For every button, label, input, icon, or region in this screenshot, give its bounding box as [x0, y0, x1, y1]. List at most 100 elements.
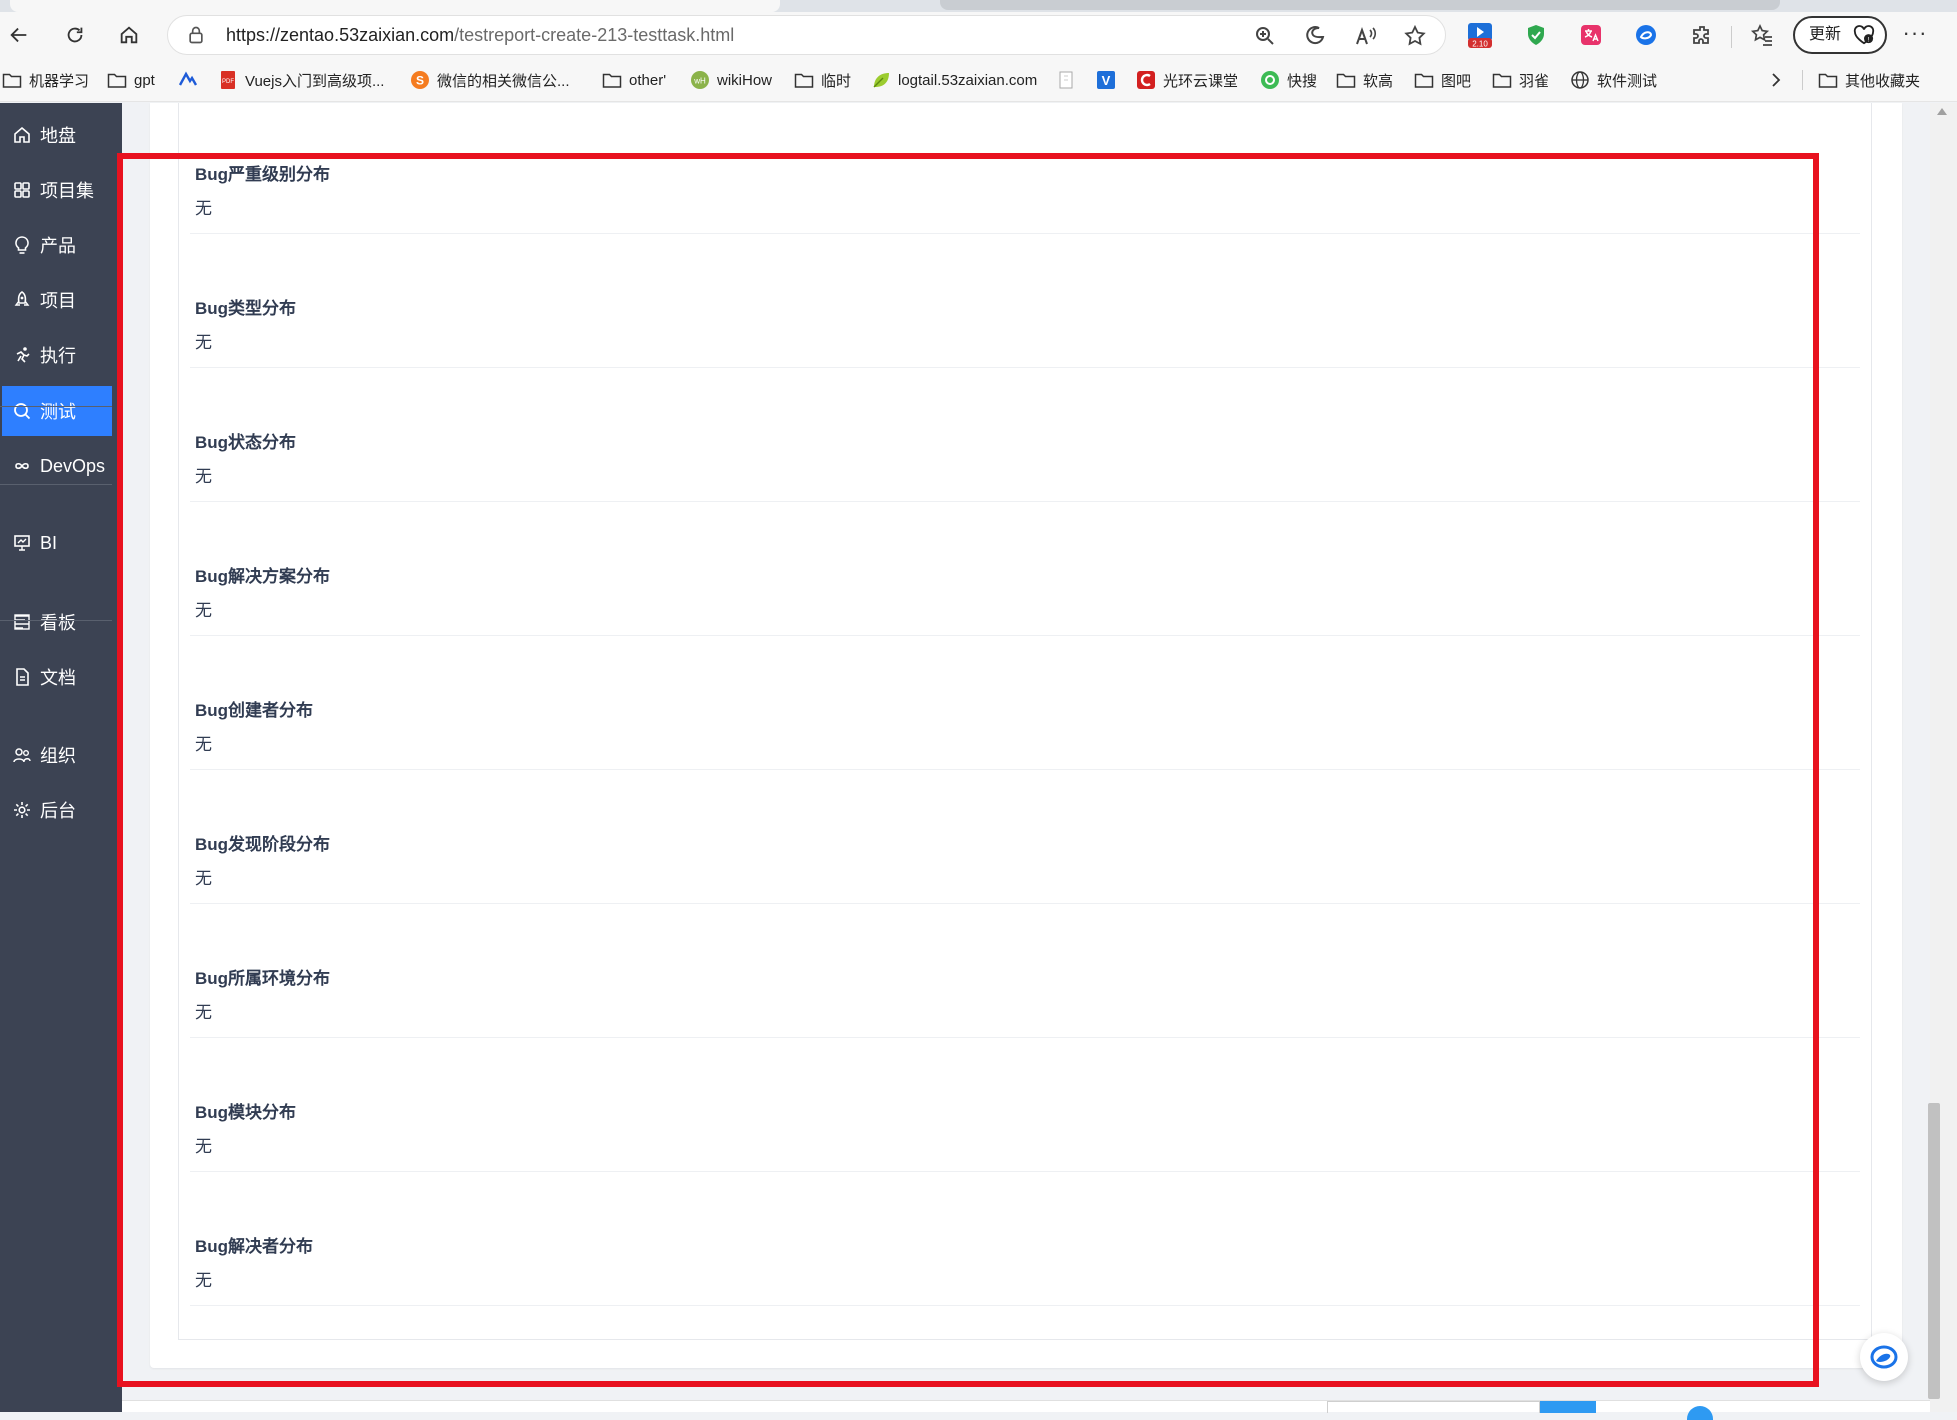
bookmark-item[interactable]: V: [1096, 68, 1123, 92]
bookmark-item[interactable]: 快搜: [1260, 68, 1317, 92]
sidebar-item-label: 产品: [40, 236, 76, 256]
svg-text:S: S: [416, 74, 424, 88]
update-label: 更新: [1809, 26, 1842, 43]
translate-icon: [1581, 25, 1601, 45]
pdf-icon: PDF: [218, 70, 238, 90]
bookmark-item[interactable]: S 微信的相关微信公...: [410, 68, 570, 92]
globe-icon: [1570, 70, 1590, 90]
read-aloud-icon[interactable]: [1354, 24, 1378, 48]
sidebar-item[interactable]: BI: [2, 518, 112, 568]
leaf-icon: [871, 70, 891, 90]
bookmark-label: gpt: [134, 71, 155, 89]
extension-blue[interactable]: [1632, 21, 1660, 49]
extension-shield[interactable]: [1522, 21, 1550, 49]
bookmark-item[interactable]: wH wikiHow: [690, 68, 772, 92]
zoom-icon[interactable]: [1253, 24, 1277, 48]
bottom-input[interactable]: [1327, 1401, 1540, 1413]
scroll-up-arrow-icon[interactable]: [1936, 106, 1948, 116]
kanban-icon: [12, 612, 32, 632]
sidebar-item[interactable]: 文档: [2, 652, 112, 702]
sidebar-item[interactable]: 执行: [2, 330, 112, 380]
sidebar-divider: [0, 406, 112, 407]
sidebar-item[interactable]: 看板: [2, 597, 112, 647]
bookmark-item[interactable]: 软高: [1336, 68, 1393, 92]
inactive-tab[interactable]: [940, 0, 1780, 10]
sidebar-item[interactable]: 地盘: [2, 110, 112, 160]
star-icon[interactable]: [1403, 24, 1427, 48]
back-button[interactable]: [2, 18, 36, 52]
wikihow-icon: wH: [690, 70, 710, 90]
bookmark-item[interactable]: logtail.53zaixian.com: [871, 68, 1037, 92]
bookmark-item[interactable]: other': [602, 68, 666, 92]
page-icon: [1056, 70, 1076, 90]
active-tab[interactable]: [10, 0, 780, 12]
sidebar-item-label: 测试: [40, 402, 76, 422]
tab-strip: [0, 0, 1957, 12]
bookmark-item[interactable]: 软件测试: [1570, 68, 1657, 92]
extensions-button[interactable]: [1688, 21, 1716, 49]
people-icon: [12, 745, 32, 765]
update-button[interactable]: 更新 !: [1793, 16, 1887, 54]
bookmark-item[interactable]: [178, 68, 205, 92]
sidebar-item-label: 执行: [40, 346, 76, 366]
bookmarks-overflow-button[interactable]: [1766, 68, 1786, 92]
sidebar-item-label: BI: [40, 532, 58, 553]
folder-icon: [107, 70, 127, 90]
favorites-button[interactable]: [1748, 21, 1776, 49]
home-button[interactable]: [112, 18, 146, 52]
svg-text:wH: wH: [693, 77, 706, 86]
reload-button[interactable]: [58, 18, 92, 52]
folder-icon: [1818, 70, 1838, 90]
sidebar-item-label: 项目: [40, 291, 76, 311]
bottom-blue-button[interactable]: [1540, 1401, 1596, 1413]
gear-icon: [12, 800, 32, 820]
edge-icon[interactable]: [1303, 24, 1327, 48]
bookmark-item[interactable]: 羽雀: [1492, 68, 1549, 92]
nuxt-icon: [178, 70, 198, 90]
sidebar-item[interactable]: 组织: [2, 730, 112, 780]
sidebar-item[interactable]: 项目: [2, 275, 112, 325]
bookmark-item[interactable]: 光环云课堂: [1136, 68, 1238, 92]
bookmark-label: 机器学习: [29, 72, 90, 90]
infinity-icon: [12, 456, 32, 476]
bookmark-item[interactable]: 机器学习: [2, 68, 89, 92]
sidebar-item[interactable]: 产品: [2, 220, 112, 270]
presentation-icon: [12, 533, 32, 553]
document-icon: [12, 667, 32, 687]
sidebar-item[interactable]: 后台: [2, 785, 112, 835]
bulb-icon: [12, 235, 32, 255]
bookmark-item[interactable]: [1056, 68, 1083, 92]
sidebar-item[interactable]: 测试: [2, 386, 112, 436]
sidebar-item-label: DevOps: [40, 455, 106, 476]
extension-translate[interactable]: [1577, 21, 1605, 49]
bookmark-label: other': [629, 71, 667, 89]
scrollbar-thumb[interactable]: [1928, 1103, 1940, 1399]
svg-text:!: !: [1868, 36, 1870, 43]
bookmark-item[interactable]: 其他收藏夹: [1818, 68, 1920, 92]
more-menu-button[interactable]: ···: [1898, 20, 1932, 50]
bookmark-item[interactable]: 图吧: [1414, 68, 1471, 92]
bookmark-label: 光环云课堂: [1163, 72, 1239, 90]
red-logo-icon: [1136, 70, 1156, 90]
home-icon: [120, 26, 138, 44]
bookmarks-divider: [1802, 70, 1803, 90]
bookmark-item[interactable]: PDF Vuejs入门到高级项...: [218, 68, 384, 92]
bookmark-item[interactable]: gpt: [107, 68, 155, 92]
sidebar-divider: [0, 484, 112, 485]
bottom-toolbar: [122, 1400, 1930, 1420]
bookmark-label: Vuejs入门到高级项...: [245, 72, 385, 90]
circle-logo-icon: [1636, 25, 1656, 45]
bookmark-item[interactable]: 临时: [794, 68, 851, 92]
sidebar-item[interactable]: 项目集: [2, 165, 112, 215]
bookmark-label: 软高: [1363, 72, 1394, 90]
chevron-right-icon: [1772, 73, 1781, 87]
bookmark-label: wikiHow: [717, 71, 773, 89]
bottom-blue-dot[interactable]: [1687, 1406, 1713, 1420]
folder-icon: [1414, 70, 1434, 90]
bookmark-label: logtail.53zaixian.com: [898, 71, 1038, 89]
floating-help-button[interactable]: [1860, 1333, 1908, 1381]
url-text[interactable]: https://zentao.53zaixian.com/testreport-…: [226, 16, 734, 54]
extension-video[interactable]: 2.10: [1466, 21, 1494, 49]
address-bar[interactable]: https://zentao.53zaixian.com/testreport-…: [167, 15, 1446, 55]
browser-toolbar: https://zentao.53zaixian.com/testreport-…: [0, 12, 1957, 58]
